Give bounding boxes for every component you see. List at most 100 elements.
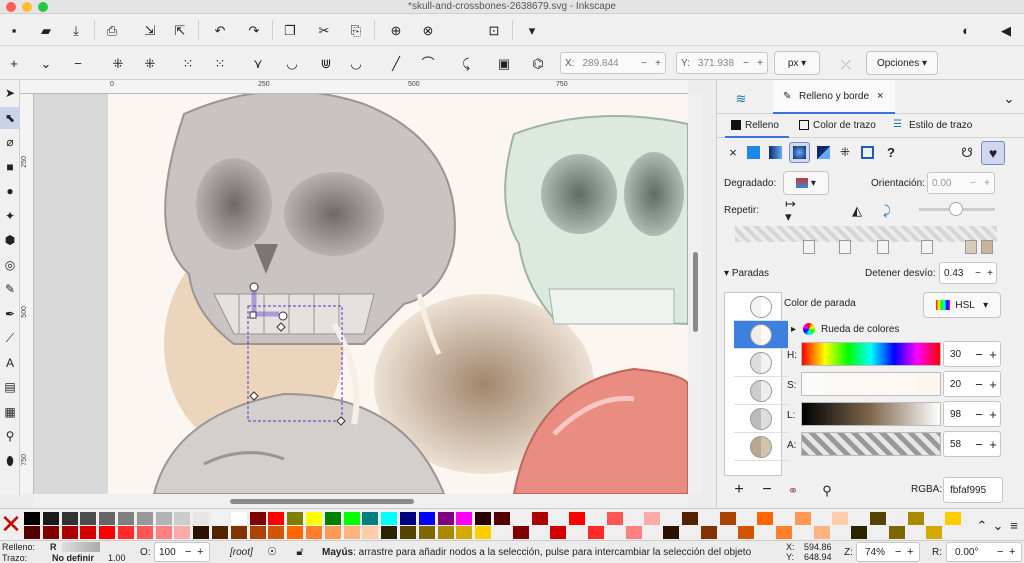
palette-swatch[interactable]: [42, 526, 59, 539]
palette-swatch[interactable]: [99, 512, 116, 525]
palette-swatch[interactable]: [80, 512, 97, 525]
palette-swatch[interactable]: [42, 512, 59, 525]
palette-swatch[interactable]: [888, 526, 905, 539]
pick-color-icon[interactable]: ⚲: [817, 480, 837, 500]
collapse-panel-icon[interactable]: ◀: [996, 20, 1016, 40]
palette-swatch[interactable]: [193, 512, 210, 525]
palette-swatch[interactable]: [437, 512, 454, 525]
smooth-node-icon[interactable]: ◡: [282, 53, 302, 73]
copy-icon[interactable]: ❐: [280, 20, 300, 40]
delete-node-icon[interactable]: −: [68, 53, 88, 73]
layer-lock-icon[interactable]: 🔓︎: [290, 542, 310, 562]
color-model-dropdown[interactable]: HSL ▾: [923, 292, 1001, 318]
palette-swatch[interactable]: [475, 526, 492, 539]
3dbox-tool-icon[interactable]: ⬢: [0, 229, 20, 251]
stop-item[interactable]: [734, 377, 788, 405]
palette-swatch[interactable]: [306, 526, 322, 539]
break-node-icon[interactable]: ⁜: [140, 53, 160, 73]
lightness-slider[interactable]: [801, 402, 941, 426]
palette-swatch[interactable]: [212, 526, 228, 539]
layer-visibility-icon[interactable]: ☉: [262, 542, 282, 562]
undo-icon[interactable]: ↶: [210, 20, 230, 40]
palette-swatch[interactable]: [362, 512, 379, 525]
palette-swatch[interactable]: [212, 512, 228, 525]
join-segment-icon[interactable]: ⁙: [178, 53, 198, 73]
palette-swatch[interactable]: [174, 526, 191, 539]
flat-color-icon[interactable]: [747, 146, 760, 159]
palette-swatch[interactable]: [174, 512, 191, 525]
star-tool-icon[interactable]: ✦: [0, 205, 20, 227]
selector-tool-icon[interactable]: ➤: [0, 82, 20, 104]
palette-swatch[interactable]: [230, 526, 247, 539]
subtab-stroke-paint[interactable]: Color de trazo: [797, 116, 887, 138]
palette-swatch[interactable]: [61, 526, 78, 539]
palette-swatch[interactable]: [287, 512, 304, 525]
offset-field[interactable]: 0.43 − +: [939, 262, 997, 284]
palette-swatch[interactable]: [324, 526, 341, 539]
gradient-tool-icon[interactable]: ▤: [0, 376, 20, 398]
palette-swatch[interactable]: [80, 526, 97, 539]
options-dropdown[interactable]: Opciones ▾: [866, 51, 938, 75]
palette-swatch[interactable]: [400, 512, 416, 525]
segment-curve-icon[interactable]: ⌒: [418, 53, 438, 73]
palette-swatch[interactable]: [249, 526, 266, 539]
cusp-node-icon[interactable]: ⋎: [248, 53, 268, 73]
palette-swatch[interactable]: [832, 512, 849, 525]
pen-tool-icon[interactable]: ✒: [0, 303, 20, 325]
palette-swatch[interactable]: [475, 512, 492, 525]
subtab-fill[interactable]: Relleno: [725, 116, 789, 138]
zoom-page-icon[interactable]: ⊡: [484, 20, 504, 40]
node-menu-icon[interactable]: ⌄: [36, 53, 56, 73]
paint-bucket-tool-icon[interactable]: ⬮: [0, 450, 20, 472]
horizontal-scrollbar[interactable]: [34, 494, 688, 508]
stop-item[interactable]: [734, 293, 788, 321]
palette-swatch[interactable]: [99, 526, 116, 539]
palette-swatch[interactable]: [381, 512, 398, 525]
zoom-field[interactable]: 74% − +: [856, 542, 920, 562]
remove-stop-button[interactable]: −: [757, 480, 777, 500]
redo-icon[interactable]: ↷: [244, 20, 264, 40]
tab-fill-stroke[interactable]: ✎ Relleno y borde ×: [773, 80, 895, 114]
stop-marker[interactable]: [981, 240, 993, 254]
palette-swatch[interactable]: [155, 512, 172, 525]
palette-swatch[interactable]: [24, 512, 40, 525]
unit-dropdown[interactable]: px ▾: [774, 51, 820, 75]
auto-smooth-node-icon[interactable]: ◡: [346, 53, 366, 73]
palette-swatch[interactable]: [531, 512, 548, 525]
text-tool-icon[interactable]: A: [0, 352, 20, 374]
wheel-expander[interactable]: ▸: [791, 324, 796, 335]
palette-swatch[interactable]: [136, 512, 153, 525]
palette-swatch[interactable]: [512, 526, 529, 539]
export-icon[interactable]: ⇱: [170, 20, 190, 40]
stop-marker[interactable]: [877, 240, 889, 254]
palette-swatch[interactable]: [418, 512, 435, 525]
palette-swatch[interactable]: [118, 526, 134, 539]
palette-swatch[interactable]: [757, 512, 774, 525]
fill-rule-evenodd-icon[interactable]: ☋: [957, 142, 977, 162]
palette-swatch[interactable]: [682, 512, 698, 525]
palette-swatch[interactable]: [851, 526, 868, 539]
palette-swatch[interactable]: [700, 526, 717, 539]
stop-item-selected[interactable]: [734, 321, 788, 349]
linear-gradient-icon[interactable]: [769, 146, 782, 159]
no-paint-icon[interactable]: ×: [723, 142, 743, 162]
fill-rule-nonzero-icon[interactable]: ♥: [981, 141, 1005, 165]
dock-menu-icon[interactable]: ≋: [731, 88, 751, 108]
stop-item[interactable]: [734, 433, 788, 461]
palette-swatch[interactable]: [794, 512, 811, 525]
palette-swatch[interactable]: [193, 526, 210, 539]
layer-indicator[interactable]: [root]: [230, 547, 253, 558]
palette-swatch[interactable]: [719, 512, 736, 525]
rotate-field[interactable]: 0.00° − +: [946, 542, 1022, 562]
reverse-gradient-icon[interactable]: ◭: [847, 200, 867, 220]
palette-swatch[interactable]: [324, 512, 341, 525]
node-tool-icon[interactable]: ⬉: [0, 106, 20, 129]
stops-expander[interactable]: ▾ Paradas: [724, 268, 769, 279]
palette-swatch[interactable]: [136, 526, 153, 539]
lightness-field[interactable]: 98− +: [943, 401, 1001, 427]
stop-marker[interactable]: [965, 240, 977, 254]
palette-swatch[interactable]: [381, 526, 398, 539]
zoom-drawing-icon[interactable]: ⊗: [418, 20, 438, 40]
palette-swatch[interactable]: [456, 512, 473, 525]
palette-swatch[interactable]: [870, 512, 886, 525]
